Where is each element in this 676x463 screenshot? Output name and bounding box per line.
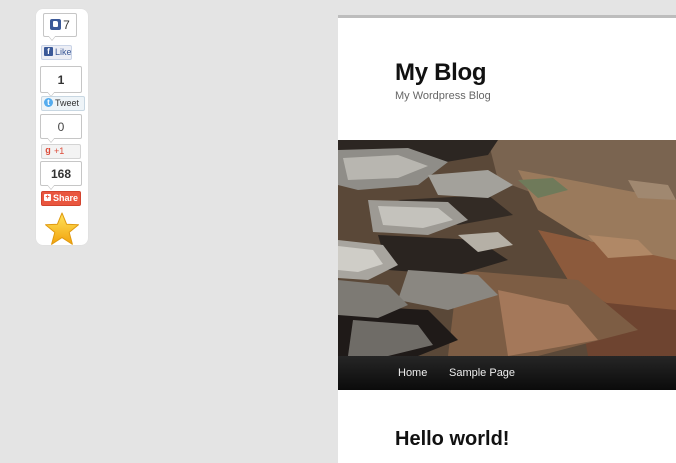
tweet-count: 1 [40, 66, 82, 97]
header-image [338, 140, 676, 356]
blog-page: My Blog My Wordpress Blog Home Sample Pa… [338, 15, 676, 463]
googleplus-button[interactable]: g +1 [41, 144, 81, 159]
share-label: Share [53, 193, 79, 203]
facebook-like-count: 7 [43, 13, 77, 41]
site-title[interactable]: My Blog [395, 59, 487, 87]
googleplus-count: 0 [40, 114, 82, 143]
tweet-label: Tweet [55, 98, 80, 108]
social-share-bar: 7 f Like 1 t Tweet 0 g +1 168 + Share [36, 9, 88, 245]
twitter-bird-icon: t [44, 98, 53, 107]
tweet-button[interactable]: t Tweet [41, 96, 85, 111]
facebook-like-label: Like [55, 47, 72, 57]
googleplus-icon: g [45, 145, 51, 155]
googleplus-label: +1 [54, 146, 65, 156]
nav-sample-page-link[interactable]: Sample Page [449, 356, 515, 390]
nav-home-link[interactable]: Home [398, 356, 427, 390]
facebook-count-value: 7 [63, 18, 70, 32]
thumbs-up-icon [50, 19, 62, 31]
main-navigation: Home Sample Page [338, 356, 676, 390]
share-icon: + [44, 194, 51, 201]
facebook-icon: f [44, 47, 53, 56]
share-count: 168 [40, 161, 82, 190]
star-favorite-icon[interactable] [44, 212, 80, 247]
site-description: My Wordpress Blog [395, 90, 491, 102]
facebook-like-button[interactable]: f Like [41, 45, 72, 60]
post-title[interactable]: Hello world! [395, 428, 509, 451]
share-button[interactable]: + Share [41, 191, 81, 206]
